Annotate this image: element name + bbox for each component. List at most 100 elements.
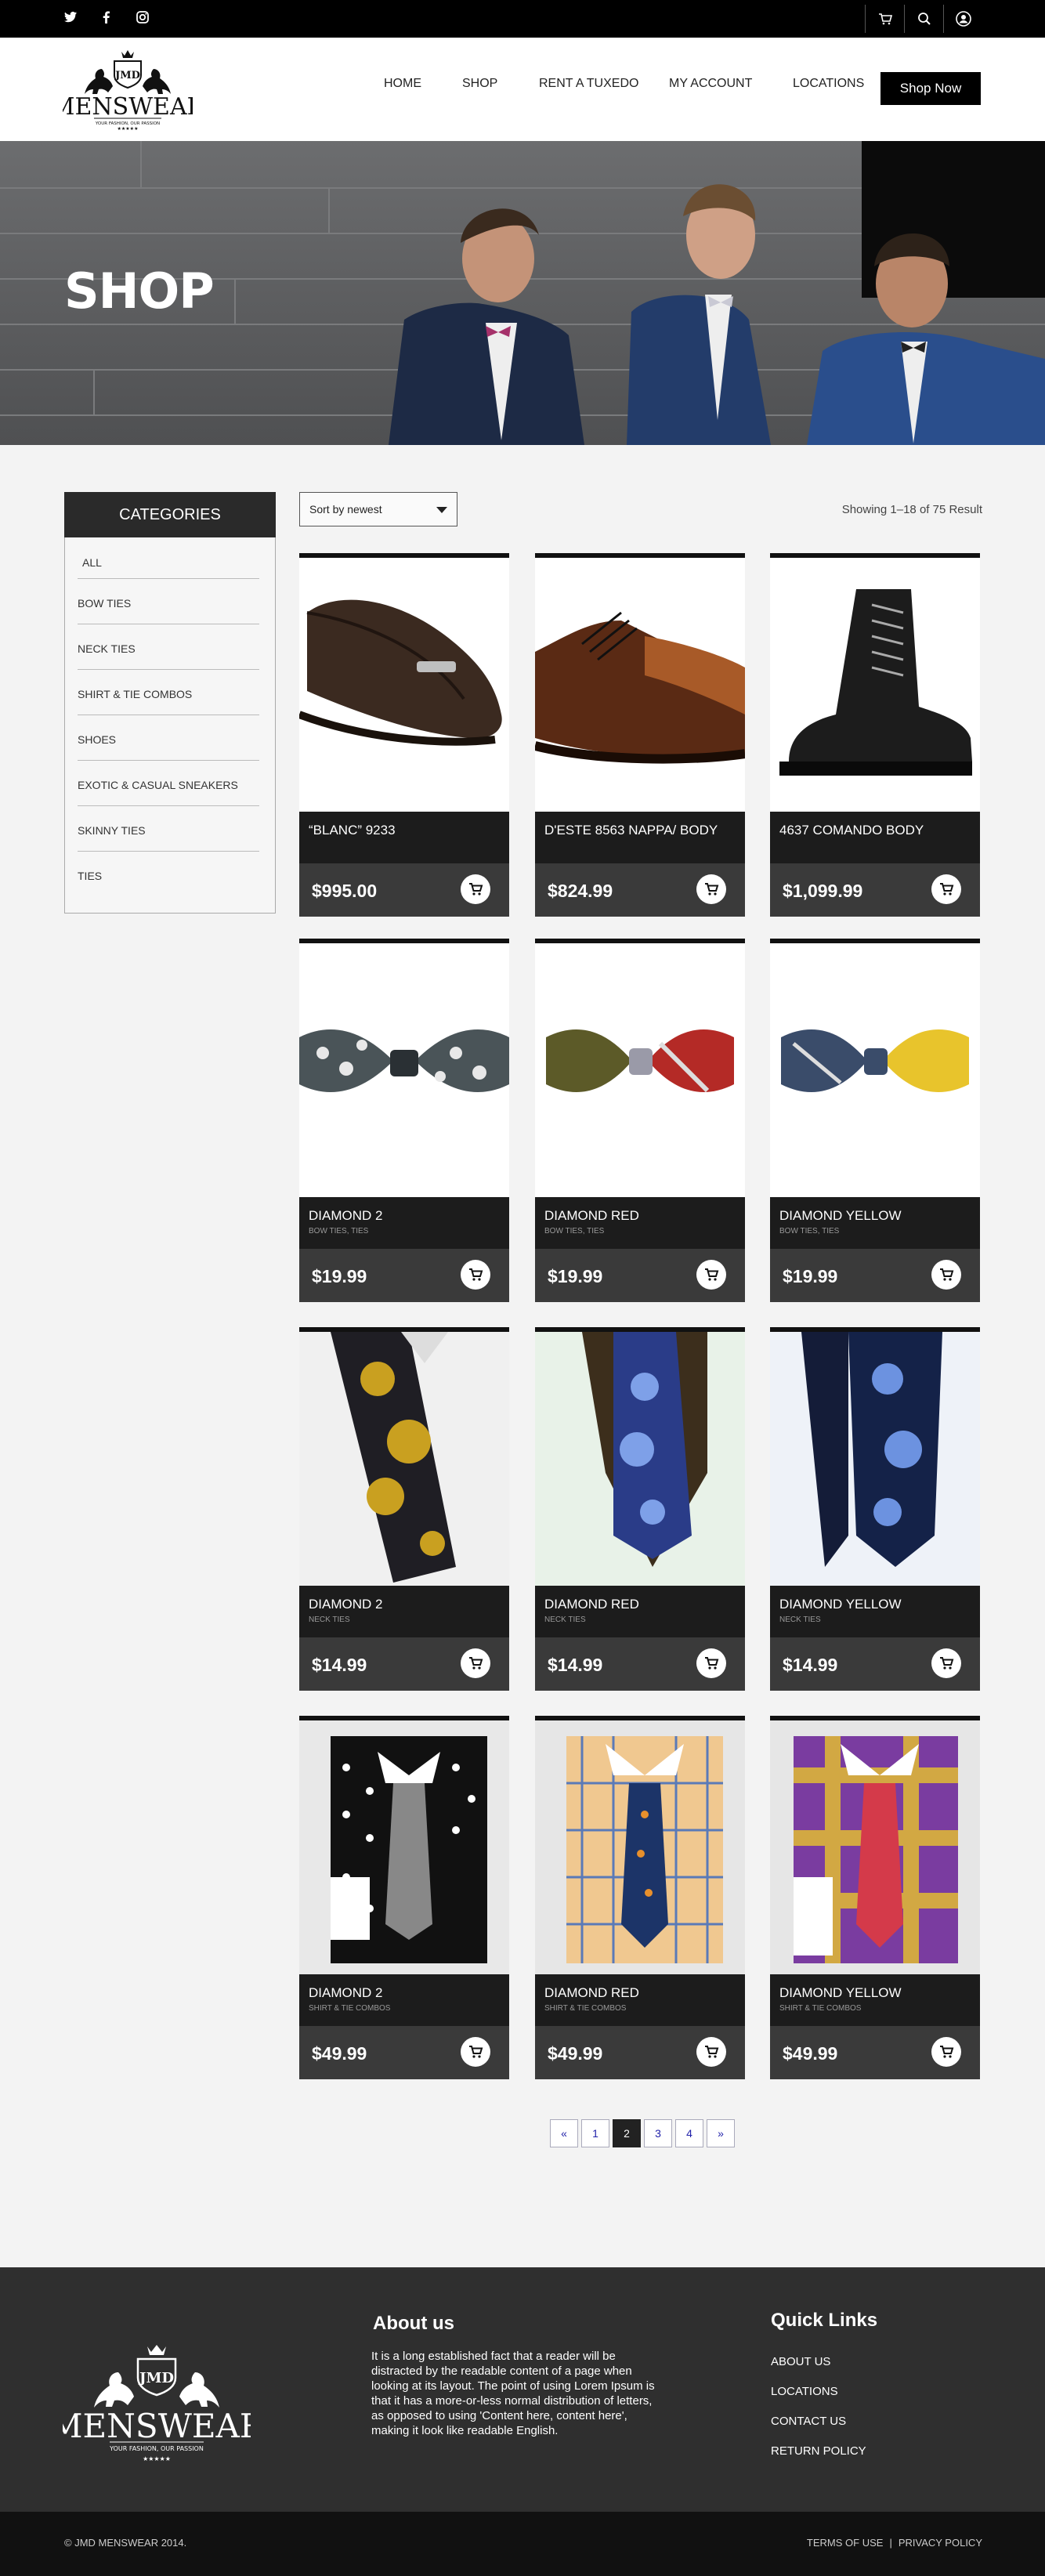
terms-of-use-link[interactable]: TERMS OF USE (807, 2537, 884, 2549)
add-to-cart-icon[interactable] (461, 874, 490, 904)
product-image[interactable] (770, 1720, 980, 1974)
product-card[interactable]: DIAMOND RED BOW TIES, TIES $19.99 (535, 939, 745, 1302)
product-price-band: $49.99 (299, 2026, 509, 2079)
product-card[interactable]: DIAMOND YELLOW BOW TIES, TIES $19.99 (770, 939, 980, 1302)
product-category: BOW TIES, TIES (309, 1227, 369, 1236)
product-title[interactable]: DIAMOND 2 (309, 1985, 382, 2001)
category-ties[interactable]: TIES (78, 870, 259, 882)
quick-link-about-us[interactable]: ABOUT US (771, 2355, 830, 2368)
product-image[interactable] (535, 558, 745, 812)
product-image[interactable] (770, 558, 980, 812)
product-card[interactable]: DIAMOND 2 NECK TIES $14.99 (299, 1327, 509, 1691)
product-image[interactable] (299, 1720, 509, 1974)
product-price-band: $19.99 (299, 1249, 509, 1302)
search-icon[interactable] (904, 5, 943, 33)
product-title[interactable]: DIAMOND RED (544, 1985, 639, 2001)
hero-banner: SHOP (0, 141, 1045, 445)
category-neck-ties[interactable]: NECK TIES (78, 642, 259, 655)
product-card[interactable]: DIAMOND 2 BOW TIES, TIES $19.99 (299, 939, 509, 1302)
instagram-icon[interactable] (135, 9, 150, 25)
product-price-band: $1,099.99 (770, 863, 980, 917)
product-card[interactable]: DIAMOND YELLOW NECK TIES $14.99 (770, 1327, 980, 1691)
product-image[interactable] (770, 1332, 980, 1586)
product-title-band: DIAMOND 2 BOW TIES, TIES (299, 1197, 509, 1249)
category-skinny-ties[interactable]: SKINNY TIES (78, 824, 259, 837)
product-title-band: D'ESTE 8563 NAPPA/ BODY (535, 812, 745, 863)
nav-my-account[interactable]: MY ACCOUNT (669, 77, 793, 91)
shop-now-button[interactable]: Shop Now (880, 72, 981, 105)
category-shirt-tie-combos[interactable]: SHIRT & TIE COMBOS (78, 688, 259, 700)
product-title[interactable]: 4637 COMANDO BODY (779, 823, 924, 838)
footer-logo-tagline: YOUR FASHION, OUR PASSION (109, 2445, 204, 2452)
add-to-cart-icon[interactable] (461, 2037, 490, 2067)
add-to-cart-icon[interactable] (931, 1260, 961, 1290)
product-card[interactable]: “BLANC” 9233 $995.00 (299, 553, 509, 917)
footer-logo[interactable]: JMD MENSWEAR YOUR FASHION, OUR PASSION ★… (49, 2342, 266, 2467)
category-exotic-casual-sneakers[interactable]: EXOTIC & CASUAL SNEAKERS (78, 779, 259, 791)
pagination-next[interactable]: » (707, 2119, 735, 2147)
product-title[interactable]: DIAMOND 2 (309, 1597, 382, 1612)
product-title[interactable]: DIAMOND YELLOW (779, 1597, 902, 1612)
product-card[interactable]: DIAMOND RED SHIRT & TIE COMBOS $49.99 (535, 1716, 745, 2079)
cart-icon[interactable] (865, 5, 904, 33)
site-header: JMD MENSWEAR YOUR FASHION, OUR PASSION ★… (0, 38, 1045, 141)
copyright: © JMD MENSWEAR 2014. (64, 2537, 187, 2549)
quick-link-contact-us[interactable]: CONTACT US (771, 2415, 846, 2428)
product-title[interactable]: “BLANC” 9233 (309, 823, 396, 838)
product-image[interactable] (299, 558, 509, 812)
product-card[interactable]: D'ESTE 8563 NAPPA/ BODY $824.99 (535, 553, 745, 917)
privacy-policy-link[interactable]: PRIVACY POLICY (899, 2537, 982, 2549)
product-card[interactable]: DIAMOND YELLOW SHIRT & TIE COMBOS $49.99 (770, 1716, 980, 2079)
pagination-page[interactable]: 2 (613, 2119, 641, 2147)
bottom-bar: © JMD MENSWEAR 2014. TERMS OF USE | PRIV… (0, 2512, 1045, 2576)
social-links (63, 9, 150, 25)
category-shoes[interactable]: SHOES (78, 733, 259, 746)
product-title[interactable]: DIAMOND YELLOW (779, 1985, 902, 2001)
add-to-cart-icon[interactable] (931, 2037, 961, 2067)
site-logo[interactable]: JMD MENSWEAR YOUR FASHION, OUR PASSION ★… (51, 45, 206, 132)
pagination-prev[interactable]: « (550, 2119, 578, 2147)
nav-rent-a-tuxedo[interactable]: RENT A TUXEDO (539, 77, 669, 91)
footer-logo-wordmark: MENSWEAR (63, 2407, 251, 2445)
nav-shop[interactable]: SHOP (462, 77, 539, 91)
product-image[interactable] (770, 943, 980, 1197)
product-card[interactable]: DIAMOND RED NECK TIES $14.99 (535, 1327, 745, 1691)
add-to-cart-icon[interactable] (696, 874, 726, 904)
product-title[interactable]: DIAMOND RED (544, 1597, 639, 1612)
product-title[interactable]: DIAMOND YELLOW (779, 1208, 902, 1224)
product-image[interactable] (535, 1332, 745, 1586)
product-image[interactable] (535, 1720, 745, 1974)
product-image[interactable] (535, 943, 745, 1197)
add-to-cart-icon[interactable] (931, 1648, 961, 1678)
pagination-page[interactable]: 4 (675, 2119, 703, 2147)
product-category: NECK TIES (309, 1615, 350, 1624)
add-to-cart-icon[interactable] (696, 2037, 726, 2067)
nav-home[interactable]: HOME (384, 77, 462, 91)
add-to-cart-icon[interactable] (696, 1648, 726, 1678)
quick-link-locations[interactable]: LOCATIONS (771, 2385, 838, 2398)
user-icon[interactable] (943, 5, 982, 33)
facebook-icon[interactable] (99, 9, 114, 25)
svg-text:★★★★★: ★★★★★ (118, 126, 139, 132)
category-bow-ties[interactable]: BOW TIES (78, 597, 259, 610)
add-to-cart-icon[interactable] (931, 874, 961, 904)
product-image[interactable] (299, 943, 509, 1197)
add-to-cart-icon[interactable] (461, 1260, 490, 1290)
category-all[interactable]: ALL (82, 556, 264, 569)
add-to-cart-icon[interactable] (696, 1260, 726, 1290)
twitter-icon[interactable] (63, 9, 78, 25)
product-title-band: DIAMOND 2 SHIRT & TIE COMBOS (299, 1974, 509, 2026)
product-card[interactable]: 4637 COMANDO BODY $1,099.99 (770, 553, 980, 917)
nav-locations[interactable]: LOCATIONS (793, 77, 879, 91)
product-title[interactable]: D'ESTE 8563 NAPPA/ BODY (544, 823, 718, 838)
product-card[interactable]: DIAMOND 2 SHIRT & TIE COMBOS $49.99 (299, 1716, 509, 2079)
quick-link-return-policy[interactable]: RETURN POLICY (771, 2444, 866, 2458)
pagination-page[interactable]: 3 (644, 2119, 672, 2147)
product-title[interactable]: DIAMOND 2 (309, 1208, 382, 1224)
pagination-page[interactable]: 1 (581, 2119, 609, 2147)
product-price-band: $824.99 (535, 863, 745, 917)
sort-select[interactable]: Sort by newest (299, 492, 457, 526)
product-title[interactable]: DIAMOND RED (544, 1208, 639, 1224)
product-image[interactable] (299, 1332, 509, 1586)
add-to-cart-icon[interactable] (461, 1648, 490, 1678)
